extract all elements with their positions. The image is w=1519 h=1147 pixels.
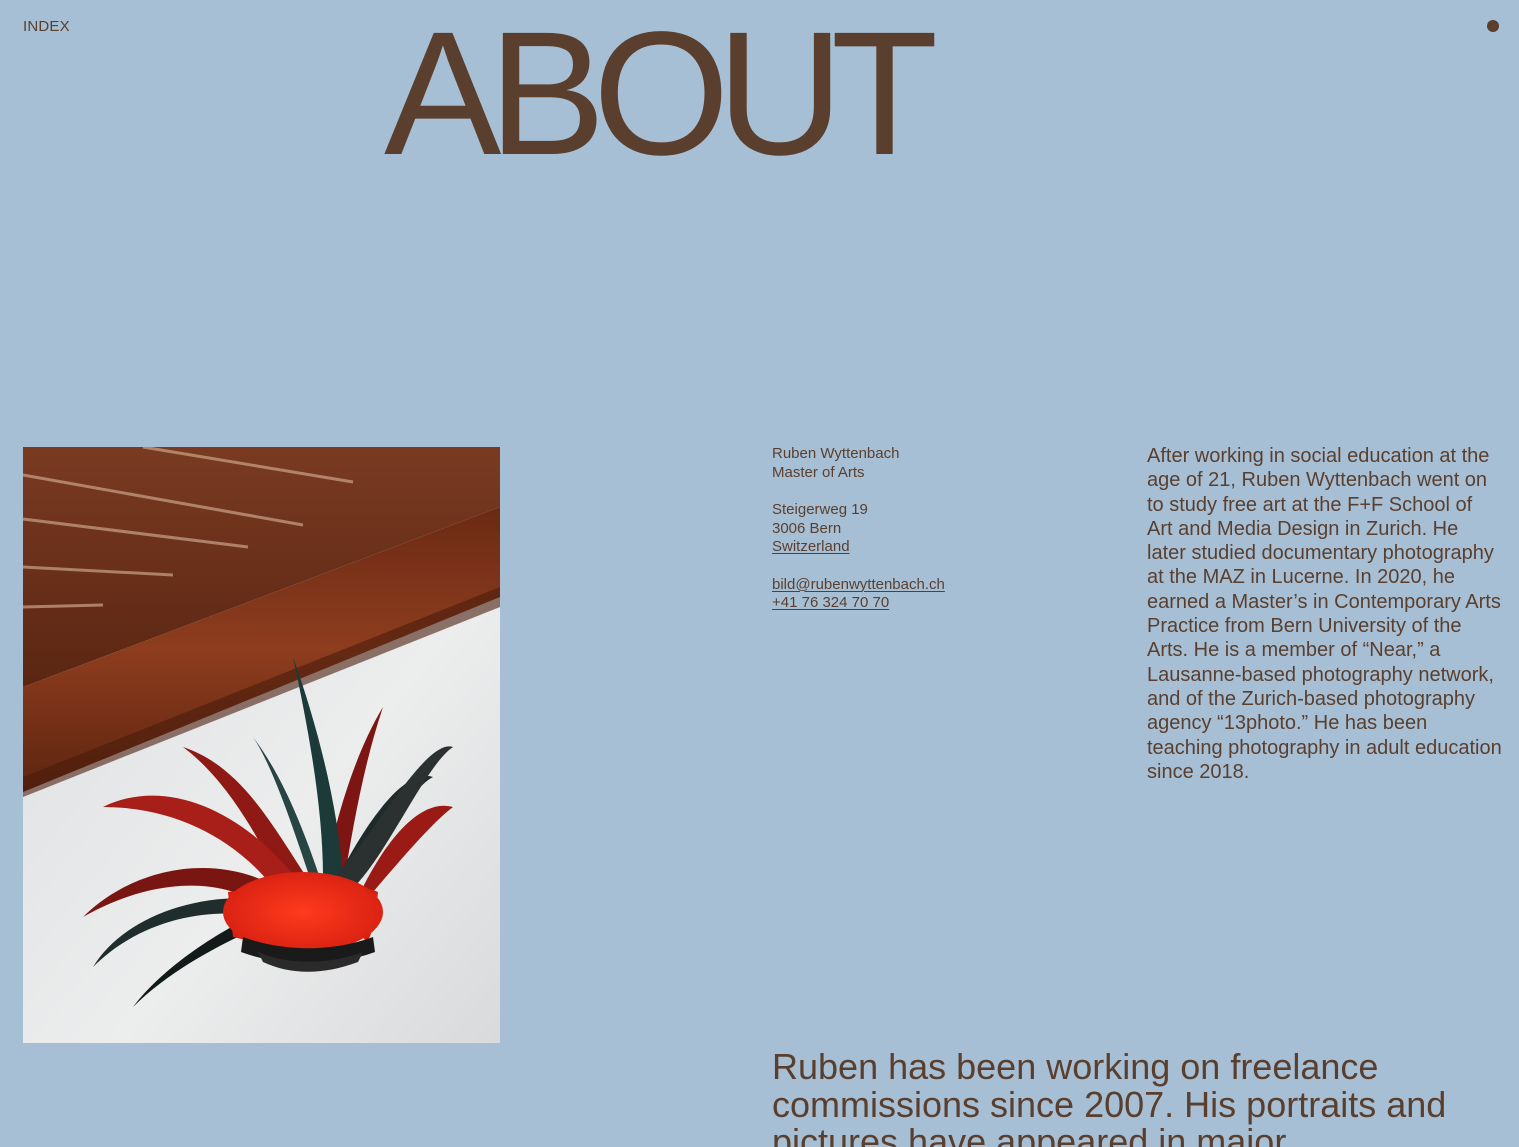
contact-email-link[interactable]: bild@rubenwyttenbach.ch bbox=[772, 576, 1072, 595]
portrait-photo bbox=[23, 447, 500, 1043]
contact-country-link[interactable]: Switzerland bbox=[772, 538, 1072, 557]
contact-name: Ruben Wyttenbach bbox=[772, 445, 900, 462]
lead-text: Ruben has been working on freelance comm… bbox=[772, 1046, 1447, 1147]
contact-phone-link[interactable]: +41 76 324 70 70 bbox=[772, 594, 1072, 613]
menu-dot-icon[interactable] bbox=[1487, 20, 1499, 32]
bio-text: After working in social education at the… bbox=[1147, 445, 1502, 783]
contact-city: 3006 Bern bbox=[772, 519, 842, 537]
contact-block: Ruben Wyttenbach Master of Arts Steigerw… bbox=[772, 445, 1072, 613]
contact-degree: Master of Arts bbox=[772, 463, 865, 481]
contact-street: Steigerweg 19 bbox=[772, 501, 868, 518]
index-link[interactable]: INDEX bbox=[23, 18, 70, 35]
page-title: ABOUT bbox=[384, 0, 938, 192]
